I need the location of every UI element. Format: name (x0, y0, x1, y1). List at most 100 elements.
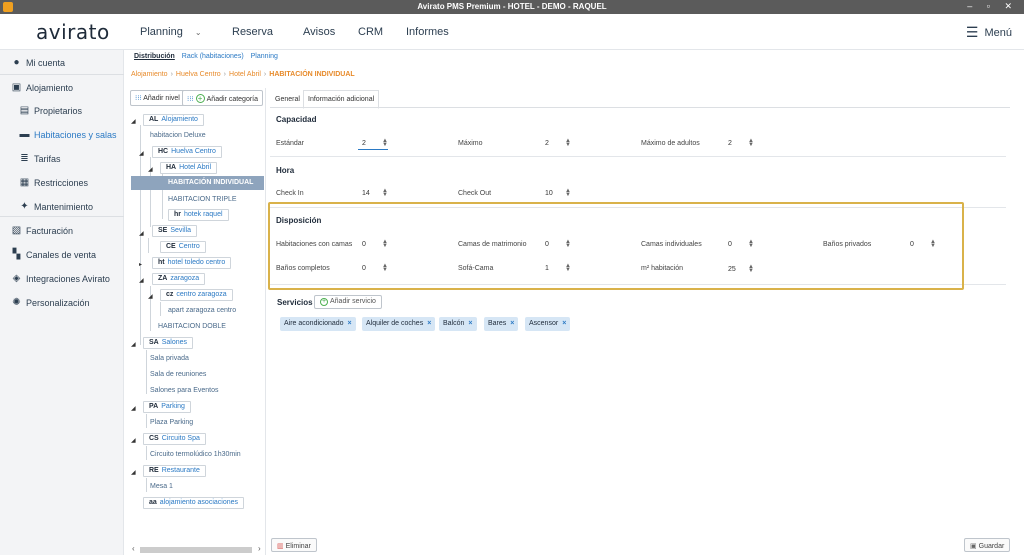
tab-planning[interactable]: Planning (251, 53, 278, 60)
collapse-icon[interactable]: ◢ (139, 230, 144, 237)
tree-node-ht[interactable]: ht hotel toledo centro (152, 257, 232, 269)
node-code: CS (149, 435, 159, 442)
remove-icon[interactable]: × (510, 320, 514, 327)
plus-circle-icon: + (320, 298, 328, 306)
sidebar-item-restricciones[interactable]: ▦ Restricciones (0, 174, 124, 192)
sidebar-item-mantenimiento[interactable]: ✦ Mantenimiento (0, 198, 124, 216)
tree-node-re[interactable]: RE Restaurante (143, 465, 206, 477)
remove-icon[interactable]: × (427, 320, 431, 327)
sidebar-item-personalizacion[interactable]: ✺ Personalización (0, 294, 124, 312)
add-level-button[interactable]: ⁝⁝⁝ Añadir nivel (130, 90, 185, 106)
tree-node-za[interactable]: ZA zaragoza (152, 273, 206, 285)
tree-node-hab-deluxe[interactable]: habitacion Deluxe (150, 132, 206, 144)
sidebar-item-propietarios[interactable]: ▤ Propietarios (0, 102, 124, 120)
breadcrumb-item[interactable]: Hotel Abril (229, 71, 261, 78)
tree-node-apart[interactable]: apart zaragoza centro (168, 307, 236, 319)
node-name: Circuito Spa (161, 435, 200, 442)
collapse-icon[interactable]: ◢ (131, 405, 136, 412)
tab-rack[interactable]: Rack (habitaciones) (182, 53, 244, 60)
tree-node-hab-doble[interactable]: HABITACION DOBLE (158, 323, 226, 335)
collapse-icon[interactable]: ◢ (148, 293, 153, 300)
breadcrumb-item[interactable]: Alojamiento (131, 71, 168, 78)
window-controls[interactable]: – ▫ ✕ (967, 1, 1018, 12)
tab-distribucion[interactable]: Distribución (134, 53, 175, 60)
add-category-button[interactable]: ⁝⁝⁝ + Añadir categoría (182, 90, 264, 106)
remove-icon[interactable]: × (562, 320, 566, 327)
tree-node-sala-reuniones[interactable]: Sala de reuniones (150, 371, 206, 383)
maximo-stepper[interactable]: 2 ▲ ▼ (541, 137, 571, 150)
checkin-stepper[interactable]: 14 ▲ ▼ (358, 187, 388, 200)
stepper-arrows-icon[interactable]: ▲ ▼ (748, 138, 754, 148)
tree-node-hc[interactable]: HC Huelva Centro (152, 146, 222, 158)
sparkle-icon: ✦ (20, 201, 29, 212)
nav-avisos[interactable]: Avisos (303, 26, 335, 38)
tree-node-al[interactable]: AL Alojamiento (143, 114, 204, 126)
tree-node-mesa[interactable]: Mesa 1 (150, 483, 173, 495)
collapse-icon[interactable]: ◢ (131, 118, 136, 125)
tree-node-sala-privada[interactable]: Sala privada (150, 355, 189, 367)
menu-button[interactable]: ☰ Menú (966, 24, 1012, 41)
tree-node-aa[interactable]: aa alojamiento asociaciones (143, 497, 245, 509)
tree-node-cz[interactable]: cz centro zaragoza (160, 289, 233, 301)
stepper-arrows-icon[interactable]: ▲ ▼ (382, 188, 388, 198)
scrollbar-thumb[interactable] (140, 547, 252, 553)
add-level-label: Añadir nivel (143, 95, 180, 102)
tree-node-salones-eventos[interactable]: Salones para Eventos (150, 387, 219, 399)
tree-node-sa[interactable]: SA Salones (143, 337, 194, 349)
collapse-icon[interactable]: ◢ (139, 277, 144, 284)
tree-node-ha[interactable]: HA Hotel Abril (160, 162, 218, 174)
remove-icon[interactable]: × (468, 320, 472, 327)
expand-icon[interactable]: ▸ (139, 261, 142, 268)
stepper-value: 2 (728, 140, 732, 147)
checkout-stepper[interactable]: 10 ▲ ▼ (541, 187, 571, 200)
nav-reserva[interactable]: Reserva (232, 26, 273, 38)
sidebar-item-tarifas[interactable]: ≣ Tarifas (0, 150, 124, 168)
nav-crm[interactable]: CRM (358, 26, 383, 38)
tree-node-plaza-parking[interactable]: Plaza Parking (150, 419, 193, 431)
collapse-icon[interactable]: ◢ (131, 437, 136, 444)
tree-node-circuito[interactable]: Circuito termolúdico 1h30min (150, 451, 241, 463)
save-button[interactable]: ▣ Guardar (964, 538, 1011, 552)
remove-icon[interactable]: × (348, 320, 352, 327)
add-service-button[interactable]: + Añadir servicio (314, 295, 382, 309)
delete-button[interactable]: ▥ Eliminar (271, 538, 317, 552)
tree-scrollbar[interactable]: ‹ › (130, 544, 266, 555)
sidebar-item-mi-cuenta[interactable]: ● Mi cuenta (0, 54, 124, 72)
node-code: ZA (158, 275, 168, 282)
collapse-icon[interactable]: ◢ (131, 469, 136, 476)
node-code: HA (166, 164, 177, 171)
nav-informes[interactable]: Informes (406, 26, 449, 38)
grid-dots-icon: ⁝⁝⁝ (135, 95, 142, 102)
sidebar-item-alojamiento[interactable]: ▣ Alojamiento (0, 79, 124, 97)
collapse-icon[interactable]: ◢ (148, 166, 153, 173)
sidebar-item-label: Mi cuenta (26, 58, 66, 68)
scroll-left-icon[interactable]: ‹ (132, 544, 135, 553)
tree-node-cs[interactable]: CS Circuito Spa (143, 433, 206, 445)
max-adultos-stepper[interactable]: 2 ▲ ▼ (724, 137, 754, 150)
scroll-right-icon[interactable]: › (258, 544, 261, 553)
sidebar-item-habitaciones[interactable]: ▬ Habitaciones y salas (0, 126, 124, 144)
tree-node-ce[interactable]: CE Centro (160, 241, 206, 253)
node-name: Salones (161, 339, 188, 346)
breadcrumb-item[interactable]: Huelva Centro (176, 71, 221, 78)
collapse-icon[interactable]: ◢ (131, 341, 136, 348)
stepper-arrows-icon[interactable]: ▲ ▼ (565, 188, 571, 198)
trash-icon: ▥ (277, 543, 284, 550)
collapse-icon[interactable]: ◢ (139, 150, 144, 157)
tree-selected-row[interactable]: HABITACIÓN INDIVIDUAL (131, 176, 264, 190)
tab-divider (270, 107, 1010, 108)
stepper-arrows-icon[interactable]: ▲ ▼ (382, 138, 388, 148)
tree-node-se[interactable]: SE Sevilla (152, 225, 197, 237)
sidebar-item-canales[interactable]: ▚ Canales de venta (0, 246, 124, 264)
tree-node-hab-triple[interactable]: HABITACION TRIPLE (168, 196, 237, 208)
stepper-arrows-icon[interactable]: ▲ ▼ (565, 138, 571, 148)
tree-node-pa[interactable]: PA Parking (143, 401, 191, 413)
sidebar-item-integraciones[interactable]: ◈ Integraciones Avirato (0, 270, 124, 288)
nav-planning[interactable]: Planning ⌄ (140, 26, 202, 38)
tree-node-hr[interactable]: hr hotek raquel (168, 209, 229, 221)
estandar-stepper[interactable]: 2 ▲ ▼ (358, 137, 388, 150)
sidebar-item-facturacion[interactable]: ▧ Facturación (0, 222, 124, 240)
sidebar-item-label: Integraciones Avirato (26, 274, 110, 284)
sidebar-item-label: Facturación (26, 226, 74, 236)
logo: avirato (36, 20, 110, 44)
